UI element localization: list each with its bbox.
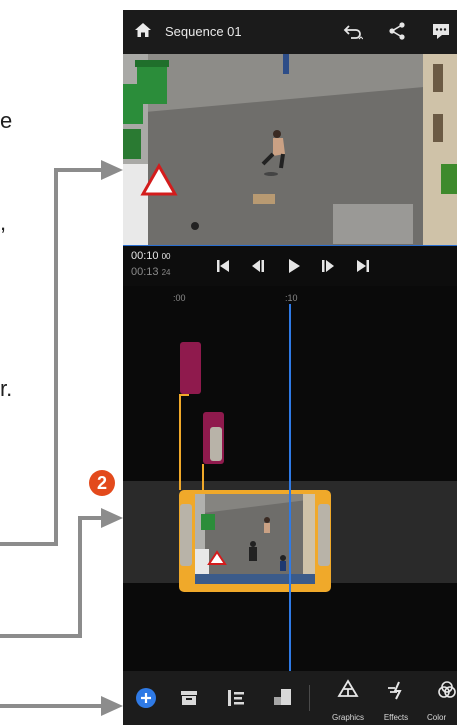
feedback-icon[interactable]	[431, 21, 451, 46]
playhead[interactable]	[289, 304, 291, 671]
trim-handle-left[interactable]	[180, 504, 192, 566]
crop-icon[interactable]	[273, 687, 293, 712]
add-icon[interactable]	[135, 687, 157, 714]
clip-connector-2	[202, 464, 204, 490]
share-icon[interactable]	[388, 21, 406, 46]
clip-connector-1-top	[179, 394, 189, 396]
media-icon[interactable]	[180, 689, 198, 712]
effects-label[interactable]: Effects	[373, 713, 419, 722]
effects-icon[interactable]	[385, 679, 407, 706]
step-forward-icon[interactable]	[320, 258, 336, 279]
video-preview[interactable]	[123, 54, 457, 246]
ruler-label-mark: :10	[285, 293, 298, 303]
toolbar-divider	[309, 685, 310, 711]
graphics-label[interactable]: Graphics	[323, 713, 373, 722]
color-icon[interactable]	[436, 679, 457, 706]
clip-thumbnail	[195, 494, 315, 584]
graphics-icon[interactable]	[337, 679, 359, 706]
tracks-icon[interactable]	[227, 689, 245, 712]
timeline[interactable]: :00 :10	[123, 286, 457, 671]
color-label[interactable]: Color	[427, 713, 457, 722]
doc-text-fragment-r: r.	[0, 376, 13, 401]
step-back-icon[interactable]	[250, 258, 266, 279]
doc-text-fragment-comma: ,	[0, 210, 7, 235]
doc-text-fragment-e: e	[0, 108, 13, 133]
title-clip-2-handle[interactable]	[210, 427, 222, 461]
home-icon[interactable]	[134, 22, 152, 43]
go-to-end-icon[interactable]	[355, 258, 371, 279]
undo-icon[interactable]	[343, 21, 364, 46]
current-timecode: 00:10 00	[131, 250, 171, 262]
title-clip-1[interactable]	[180, 342, 201, 394]
playback-bar: 00:10 00 00:13 24	[123, 246, 457, 286]
go-to-start-icon[interactable]	[215, 258, 231, 279]
ruler-label-start: :00	[173, 293, 186, 303]
duration-timecode: 00:13 24	[131, 266, 171, 278]
premiere-rush-screen: Sequence 01 00:10 00 00:13 24:00:10 Gr…	[123, 10, 457, 725]
sequence-title[interactable]: Sequence 01	[165, 24, 242, 39]
top-bar: Sequence 01	[123, 10, 457, 54]
bottom-toolbar: Graphics Effects Color	[123, 671, 457, 725]
step-badge: 2	[89, 470, 115, 496]
clip-connector-1	[179, 394, 181, 490]
play-icon[interactable]	[286, 258, 302, 279]
video-clip[interactable]	[179, 490, 331, 592]
trim-handle-right[interactable]	[318, 504, 330, 566]
